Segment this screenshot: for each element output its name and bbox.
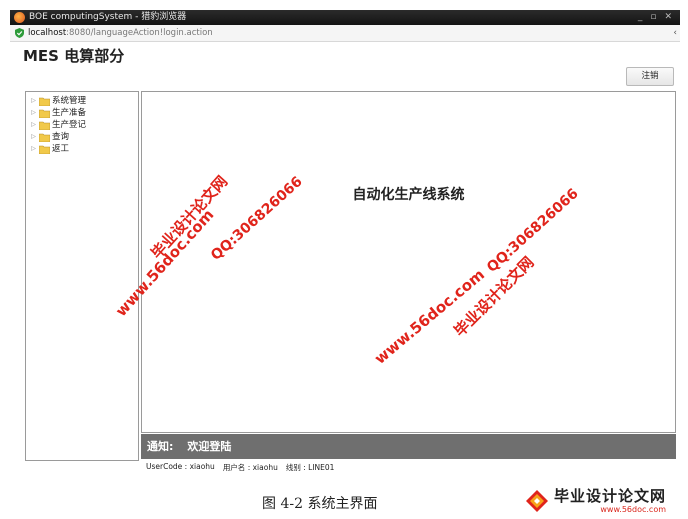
expand-arrow-icon[interactable]: ▷ — [30, 143, 37, 155]
notice-bar: 通知: 欢迎登陆 — [141, 434, 676, 459]
tree-item-label: 查询 — [52, 132, 70, 142]
navigation-tree: ▷ 系统管理 ▷ 生产准备 ▷ 生产登记 ▷ 查询 ▷ 返工 — [26, 92, 138, 155]
tree-item-system-management[interactable]: ▷ 系统管理 — [30, 95, 138, 107]
minimize-icon[interactable]: _ — [638, 10, 643, 25]
site-logo: 毕业设计论文网 www.56doc.com — [524, 488, 666, 514]
browser-logo-icon — [14, 12, 25, 23]
window-title: BOE computingSystem - 猎豹浏览器 — [29, 12, 187, 22]
expand-arrow-icon[interactable]: ▷ — [30, 107, 37, 119]
maximize-icon[interactable]: ▫ — [650, 10, 656, 25]
tree-item-production-prep[interactable]: ▷ 生产准备 — [30, 107, 138, 119]
shield-check-icon — [15, 28, 24, 38]
figure-caption: 图 4-2 系统主界面 — [262, 496, 378, 512]
folder-icon — [39, 121, 50, 130]
tree-item-label: 生产准备 — [52, 108, 87, 118]
chevron-left-icon[interactable]: ‹ — [673, 25, 677, 41]
expand-arrow-icon[interactable]: ▷ — [30, 119, 37, 131]
main-content-panel: 自动化生产线系统 — [141, 91, 676, 433]
notice-message: 欢迎登陆 — [187, 440, 232, 453]
username-text: 用户名 : xiaohu — [222, 463, 278, 472]
page-title: MES 电算部分 — [23, 47, 125, 65]
close-icon[interactable]: ✕ — [664, 10, 672, 25]
url-path: :8080/languageAction!login.action — [66, 28, 213, 38]
url-host: localhost — [28, 28, 67, 38]
tree-item-rework[interactable]: ▷ 返工 — [30, 143, 138, 155]
folder-icon — [39, 145, 50, 154]
browser-titlebar: BOE computingSystem - 猎豹浏览器 _ ▫ ✕ — [10, 10, 680, 25]
line-text: 线别 : LINE01 — [285, 463, 335, 472]
tree-item-label: 系统管理 — [52, 96, 87, 106]
expand-arrow-icon[interactable]: ▷ — [30, 131, 37, 143]
address-bar[interactable]: localhost :8080/languageAction!login.act… — [10, 25, 680, 42]
notice-label: 通知: — [147, 440, 174, 453]
system-title: 自动化生产线系统 — [352, 187, 465, 203]
tree-item-label: 返工 — [52, 144, 70, 154]
tree-item-production-registration[interactable]: ▷ 生产登记 — [30, 119, 138, 131]
logo-site-name: 毕业设计论文网 — [554, 486, 667, 505]
expand-arrow-icon[interactable]: ▷ — [30, 95, 37, 107]
folder-icon — [39, 133, 50, 142]
user-status-line: UserCode : xiaohu 用户名 : xiaohu 线别 : LINE… — [146, 462, 334, 473]
tree-item-label: 生产登记 — [52, 120, 87, 130]
folder-icon — [39, 97, 50, 106]
tree-item-query[interactable]: ▷ 查询 — [30, 131, 138, 143]
logo-site-url: www.56doc.com — [600, 504, 667, 514]
diamond-logo-icon — [526, 490, 548, 512]
usercode-text: UserCode : xiaohu — [146, 462, 215, 471]
window-controls: _ ▫ ✕ — [638, 10, 680, 25]
navigation-tree-panel: ▷ 系统管理 ▷ 生产准备 ▷ 生产登记 ▷ 查询 ▷ 返工 — [25, 91, 139, 461]
logout-button[interactable]: 注销 — [626, 67, 674, 86]
folder-icon — [39, 109, 50, 118]
